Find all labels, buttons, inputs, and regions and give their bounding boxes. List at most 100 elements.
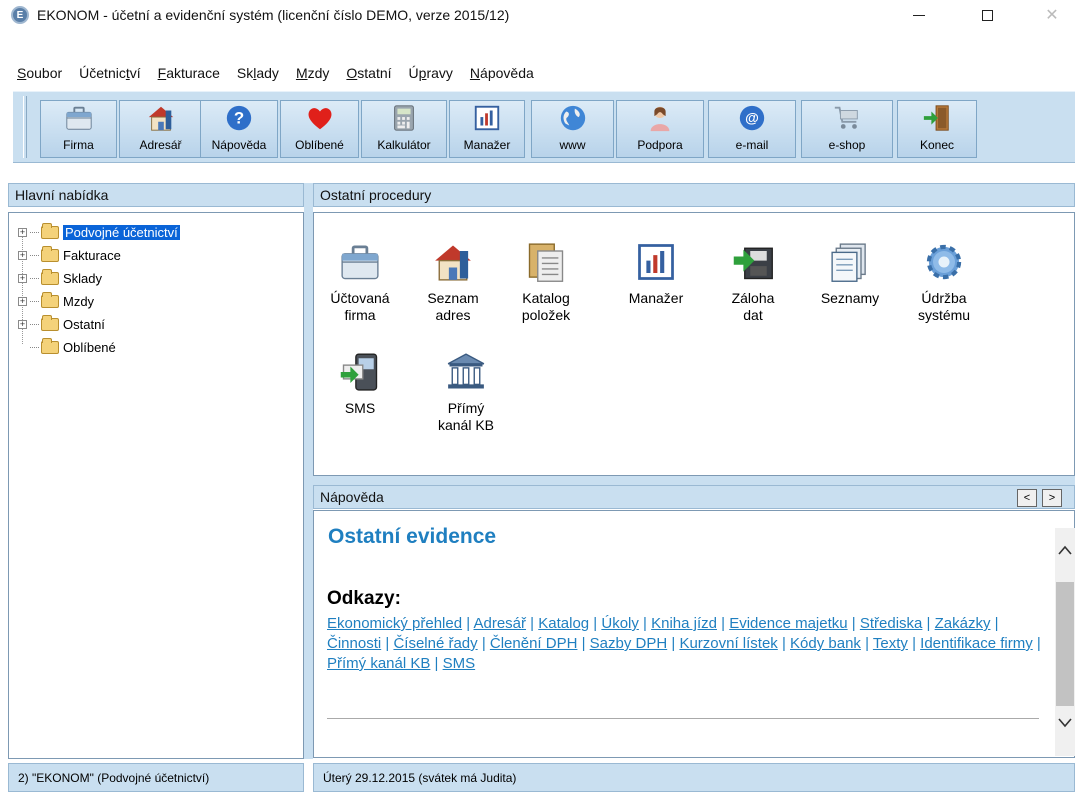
lists-icon <box>828 240 872 284</box>
toolbar-button-label: Kalkulátor <box>377 138 431 152</box>
toolbar-button-2[interactable]: ? Nápověda <box>200 100 278 158</box>
help-link[interactable]: Úkoly <box>601 615 639 632</box>
chevron-down-icon <box>1058 718 1072 728</box>
help-scrollbar-thumb[interactable] <box>1056 582 1074 706</box>
help-link[interactable]: Kurzovní lístek <box>679 635 777 652</box>
help-link[interactable]: Identifikace firmy <box>920 635 1033 652</box>
procedure-item[interactable]: Přímý kanál KB <box>426 350 506 434</box>
tree-item-label: Sklady <box>63 270 103 286</box>
help-back-button[interactable]: < <box>1017 489 1037 507</box>
toolbar-button-label: Adresář <box>139 138 182 152</box>
tree-connector <box>30 277 39 279</box>
link-separator: | <box>716 615 730 632</box>
tree-item[interactable]: Oblíbené <box>18 337 116 357</box>
help-link[interactable]: Činnosti <box>327 635 381 652</box>
menu-3[interactable]: Sklady <box>237 65 279 81</box>
help-forward-button[interactable]: > <box>1042 489 1062 507</box>
toolbar-button-7[interactable]: Podpora <box>616 100 704 158</box>
tree-connector <box>30 346 39 348</box>
help-link[interactable]: Adresář <box>473 615 526 632</box>
toolbar-button-4[interactable]: Kalkulátor <box>361 100 447 158</box>
tree-connector <box>30 231 39 233</box>
menu-7[interactable]: Nápověda <box>470 65 534 81</box>
help-link[interactable]: SMS <box>443 655 476 672</box>
menu-1[interactable]: Účetnictví <box>79 65 140 81</box>
expand-icon[interactable]: + <box>18 227 27 237</box>
help-link[interactable]: Texty <box>873 635 908 652</box>
maximize-button[interactable] <box>964 0 1010 30</box>
svg-text:@: @ <box>745 110 759 126</box>
toolbar-button-6[interactable]: www <box>531 100 614 158</box>
expand-icon[interactable]: + <box>18 296 27 306</box>
link-separator: | <box>990 615 999 632</box>
scroll-down-button[interactable] <box>1056 713 1074 733</box>
toolbar-button-8[interactable]: @ e-mail <box>708 100 796 158</box>
procedure-item[interactable]: SMS <box>320 350 400 417</box>
tree-item[interactable]: + Mzdy <box>18 291 94 311</box>
chart-icon <box>634 240 678 284</box>
catalog-icon <box>524 240 568 284</box>
link-separator: | <box>477 635 490 652</box>
status-right: Úterý 29.12.2015 (svátek má Judita) <box>313 763 1075 792</box>
toolbar-button-9[interactable]: e-shop <box>801 100 893 158</box>
menu-5[interactable]: Ostatní <box>346 65 391 81</box>
procedure-item[interactable]: Údržba systému <box>904 240 984 324</box>
help-link[interactable]: Sazby DPH <box>590 635 668 652</box>
help-link[interactable]: Členění DPH <box>490 635 578 652</box>
toolbar-button-10[interactable]: Konec <box>897 100 977 158</box>
help-link[interactable]: Přímý kanál KB <box>327 655 430 672</box>
help-link[interactable]: Kniha jízd <box>651 615 717 632</box>
expand-icon[interactable]: + <box>18 319 27 329</box>
help-link[interactable]: Ekonomický přehled <box>327 615 462 632</box>
vertical-splitter[interactable] <box>304 183 313 759</box>
help-link[interactable]: Katalog <box>538 615 589 632</box>
link-separator: | <box>462 615 474 632</box>
procedure-label: Účtovaná <box>330 290 390 306</box>
procedure-item[interactable]: Záloha dat <box>713 240 793 324</box>
scroll-up-button[interactable] <box>1056 540 1074 560</box>
link-separator: | <box>847 615 860 632</box>
procedure-item[interactable]: Účtovaná firma <box>320 240 400 324</box>
minimize-icon <box>913 14 925 16</box>
tree-item[interactable]: + Sklady <box>18 268 102 288</box>
procedure-item[interactable]: Seznam adres <box>413 240 493 324</box>
procedure-item[interactable]: Seznamy <box>810 240 890 307</box>
expand-icon[interactable]: + <box>18 250 27 260</box>
help-panel-title: Nápověda <box>320 489 384 505</box>
menu-2[interactable]: Fakturace <box>158 65 220 81</box>
tree-item[interactable]: + Ostatní <box>18 314 105 334</box>
menu-6[interactable]: Úpravy <box>409 65 453 81</box>
toolbar-grip[interactable] <box>23 96 27 158</box>
minimize-button[interactable] <box>896 0 942 30</box>
toolbar-button-5[interactable]: Manažer <box>449 100 525 158</box>
toolbar-button-0[interactable]: Firma <box>40 100 117 158</box>
expand-icon[interactable]: + <box>18 273 27 283</box>
toolbar-button-1[interactable]: Adresář <box>119 100 202 158</box>
procedures-title: Ostatní procedury <box>320 187 432 203</box>
procedure-item[interactable]: Katalog položek <box>506 240 586 324</box>
link-separator: | <box>1032 635 1041 652</box>
globe-icon <box>558 103 588 133</box>
help-link[interactable]: Střediska <box>860 615 923 632</box>
link-separator: | <box>430 655 443 672</box>
procedure-item[interactable]: Manažer <box>616 240 696 307</box>
toolbar-button-label: Manažer <box>463 138 511 152</box>
tree-item[interactable]: + Fakturace <box>18 245 121 265</box>
help-link[interactable]: Evidence majetku <box>729 615 847 632</box>
menu-0[interactable]: Soubor <box>17 65 62 81</box>
folder-icon <box>41 268 59 285</box>
help-link[interactable]: Kódy bank <box>790 635 861 652</box>
chart-icon <box>472 103 502 133</box>
help-link[interactable]: Zakázky <box>935 615 991 632</box>
gear-icon <box>922 240 966 284</box>
toolbar-button-label: Oblíbené <box>295 138 344 152</box>
toolbar-button-3[interactable]: Oblíbené <box>280 100 359 158</box>
help-link[interactable]: Číselné řady <box>393 635 477 652</box>
close-button[interactable]: ✕ <box>1029 0 1075 30</box>
folder-icon <box>41 291 59 308</box>
heart-icon <box>305 103 335 133</box>
help-divider <box>327 718 1039 719</box>
tree-item[interactable]: + Podvojné účetnictví <box>18 222 181 242</box>
horizontal-splitter[interactable] <box>313 476 1075 485</box>
menu-4[interactable]: Mzdy <box>296 65 329 81</box>
